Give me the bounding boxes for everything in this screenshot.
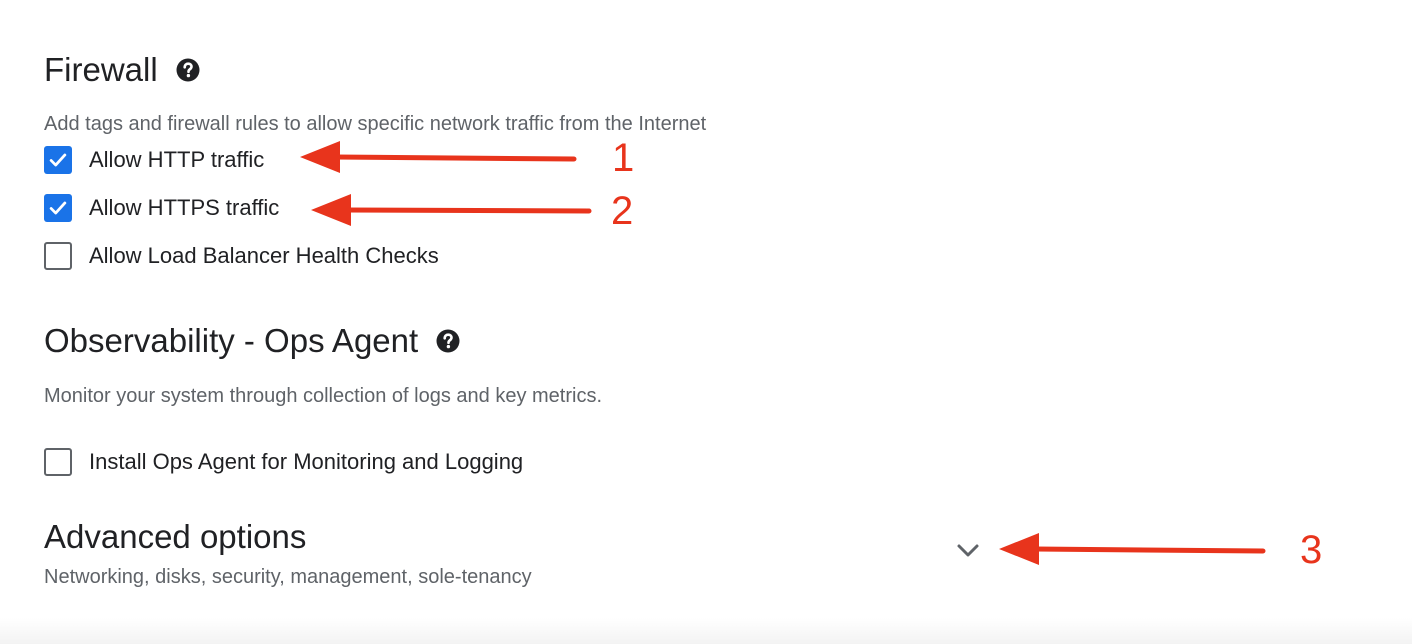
annotation-arrows [300, 141, 1266, 565]
annotation-arrow-2 [311, 194, 592, 226]
annotation-arrow-1 [300, 141, 577, 173]
annotation-number-3: 3 [1300, 528, 1323, 572]
annotation-number-1: 1 [612, 136, 635, 180]
annotation-number-2: 2 [611, 189, 634, 233]
bottom-shade [0, 618, 1412, 644]
annotation-arrow-3 [999, 533, 1266, 565]
